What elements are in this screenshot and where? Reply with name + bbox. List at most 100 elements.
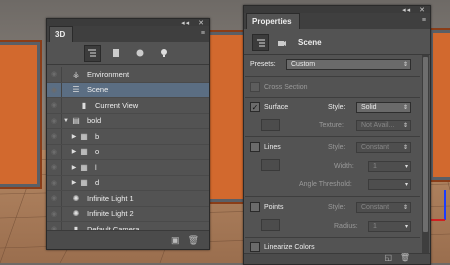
mesh-icon: ▦ [80, 147, 88, 157]
lines-checkbox[interactable] [250, 142, 260, 152]
chevron-down-icon: ▾ [404, 224, 408, 230]
expand-icon[interactable]: ▶ [70, 164, 78, 171]
environment-icon: ⚶ [72, 69, 80, 79]
scene-filter-icon[interactable] [83, 44, 101, 62]
visibility-eye-icon[interactable]: ◉ [47, 113, 62, 128]
surface-row: ✓ Surface [250, 102, 289, 112]
panel-3d-tabbar: 3D ≡ [47, 26, 209, 42]
scene-icon: ☰ [72, 85, 80, 95]
lines-style-dropdown[interactable]: Constant ⇕ [356, 142, 411, 153]
lines-style-label: Style: [328, 144, 346, 151]
list-item-o[interactable]: ◉ ▶ ▦ o [47, 144, 209, 160]
presets-dropdown[interactable]: Custom ⇕ [286, 59, 411, 70]
chevron-updown-icon: ⇕ [402, 105, 408, 111]
lines-color-swatch[interactable] [261, 159, 280, 171]
expand-icon[interactable]: ▶ [70, 133, 78, 140]
list-item-environment[interactable]: ◉ ⚶ Environment [47, 67, 209, 83]
points-color-swatch[interactable] [261, 219, 280, 231]
surface-style-dropdown[interactable]: Solid ⇕ [356, 102, 411, 113]
scene-tree: ◉ ⚶ Environment ◉ ☰ Scene ◉ ▮ Current Vi… [47, 67, 209, 238]
mesh-icon: ▦ [80, 131, 88, 141]
presets-label: Presets: [250, 61, 276, 68]
panel-properties-footer: ◱ 🗑 [244, 253, 430, 264]
chevron-down-icon: ▾ [404, 182, 408, 188]
surface-checkbox[interactable]: ✓ [250, 102, 260, 112]
scrollbar-thumb[interactable] [423, 57, 428, 232]
list-item-bold[interactable]: ◉ ▼ ▤ bold [47, 113, 209, 129]
list-item-b[interactable]: ◉ ▶ ▦ b [47, 129, 209, 145]
chevron-down-icon: ▾ [404, 164, 408, 170]
mesh-icon: ▦ [80, 178, 88, 188]
visibility-eye-icon[interactable]: ◉ [47, 129, 62, 144]
extruded-letter [0, 40, 42, 189]
delete-icon[interactable]: 🗑 [188, 235, 199, 246]
angle-threshold-input[interactable]: ▾ [368, 179, 411, 190]
expand-icon[interactable]: ▶ [70, 148, 78, 155]
properties-scrollbar[interactable] [422, 55, 429, 253]
visibility-eye-icon[interactable]: ◉ [47, 175, 62, 190]
points-style-dropdown[interactable]: Constant ⇕ [356, 202, 411, 213]
visibility-eye-icon[interactable]: ◉ [47, 82, 62, 97]
panel-3d: ◂◂ ✕ 3D ≡ ◉ ⚶ Environment ◉ ☰ Scene ◉ ▮ … [46, 18, 210, 250]
expand-icon[interactable]: ▶ [70, 179, 78, 186]
surface-style-label: Style: [328, 104, 346, 111]
texture-dropdown[interactable]: Not Avail... ⇕ [356, 120, 411, 131]
cross-section-checkbox[interactable] [250, 82, 260, 92]
visibility-eye-icon[interactable]: ◉ [47, 144, 62, 159]
chevron-updown-icon: ⇕ [402, 145, 408, 151]
camera-icon: ▮ [81, 100, 87, 110]
chevron-updown-icon: ⇕ [402, 205, 408, 211]
visibility-eye-icon[interactable]: ◉ [47, 67, 62, 82]
light-filter-icon[interactable] [156, 45, 173, 62]
extruded-letter [428, 28, 450, 182]
properties-header: Scene [244, 31, 430, 55]
visibility-eye-icon[interactable]: ◉ [47, 191, 62, 206]
light-icon: ✺ [72, 209, 80, 219]
divider [245, 76, 420, 77]
linearize-colors-row: Linearize Colors [250, 242, 315, 252]
list-item-d[interactable]: ◉ ▶ ▦ d [47, 175, 209, 191]
panel-properties-titlebar: ◂◂ ✕ [244, 6, 430, 14]
panel-3d-titlebar: ◂◂ ✕ [47, 19, 209, 27]
list-item-infinite-light-2[interactable]: ◉ ✺ Infinite Light 2 [47, 206, 209, 222]
camera-properties-icon[interactable] [273, 34, 290, 51]
radius-input[interactable]: 1 ▾ [368, 221, 411, 232]
cross-section-row: Cross Section [250, 82, 308, 92]
list-item-scene[interactable]: ◉ ☰ Scene [47, 82, 209, 98]
linearize-colors-checkbox[interactable] [250, 242, 260, 252]
render-icon[interactable]: ◱ [384, 253, 392, 262]
panel-properties-tabbar: Properties ≡ [244, 13, 430, 29]
add-object-icon[interactable]: ▣ [171, 235, 180, 246]
tab-properties[interactable]: Properties [246, 13, 300, 29]
light-icon: ✺ [72, 193, 80, 203]
visibility-eye-icon[interactable]: ◉ [47, 206, 62, 221]
mesh-filter-icon[interactable] [108, 45, 125, 62]
material-filter-icon[interactable] [132, 45, 149, 62]
texture-label: Texture: [319, 122, 344, 129]
panel-menu-icon[interactable]: ≡ [201, 30, 205, 37]
width-label: Width: [334, 163, 354, 170]
width-input[interactable]: 1 ▾ [368, 161, 411, 172]
visibility-eye-icon[interactable]: ◉ [47, 98, 62, 113]
visibility-eye-icon[interactable]: ◉ [47, 160, 62, 175]
chevron-updown-icon: ⇕ [402, 123, 408, 129]
points-row: Points [250, 202, 283, 212]
divider [245, 196, 420, 197]
group-icon: ▤ [72, 116, 80, 126]
delete-icon[interactable]: 🗑 [400, 253, 410, 262]
list-item-infinite-light-1[interactable]: ◉ ✺ Infinite Light 1 [47, 191, 209, 207]
points-checkbox[interactable] [250, 202, 260, 212]
panel-3d-footer: ▣ 🗑 [47, 230, 209, 249]
list-item-l[interactable]: ◉ ▶ ▦ l [47, 160, 209, 176]
panel-properties: ◂◂ ✕ Properties ≡ Scene Presets: Custom ⇕… [243, 5, 431, 265]
list-item-current-view[interactable]: ◉ ▮ Current View [47, 98, 209, 114]
expand-icon[interactable]: ▼ [62, 118, 70, 124]
radius-label: Radius: [334, 223, 358, 230]
scene-properties-icon[interactable] [252, 34, 269, 51]
surface-color-swatch[interactable] [261, 119, 280, 131]
divider [245, 136, 420, 137]
divider [245, 237, 420, 238]
lines-row: Lines [250, 142, 281, 152]
tab-3d[interactable]: 3D [49, 26, 74, 42]
panel-menu-icon[interactable]: ≡ [422, 17, 426, 24]
